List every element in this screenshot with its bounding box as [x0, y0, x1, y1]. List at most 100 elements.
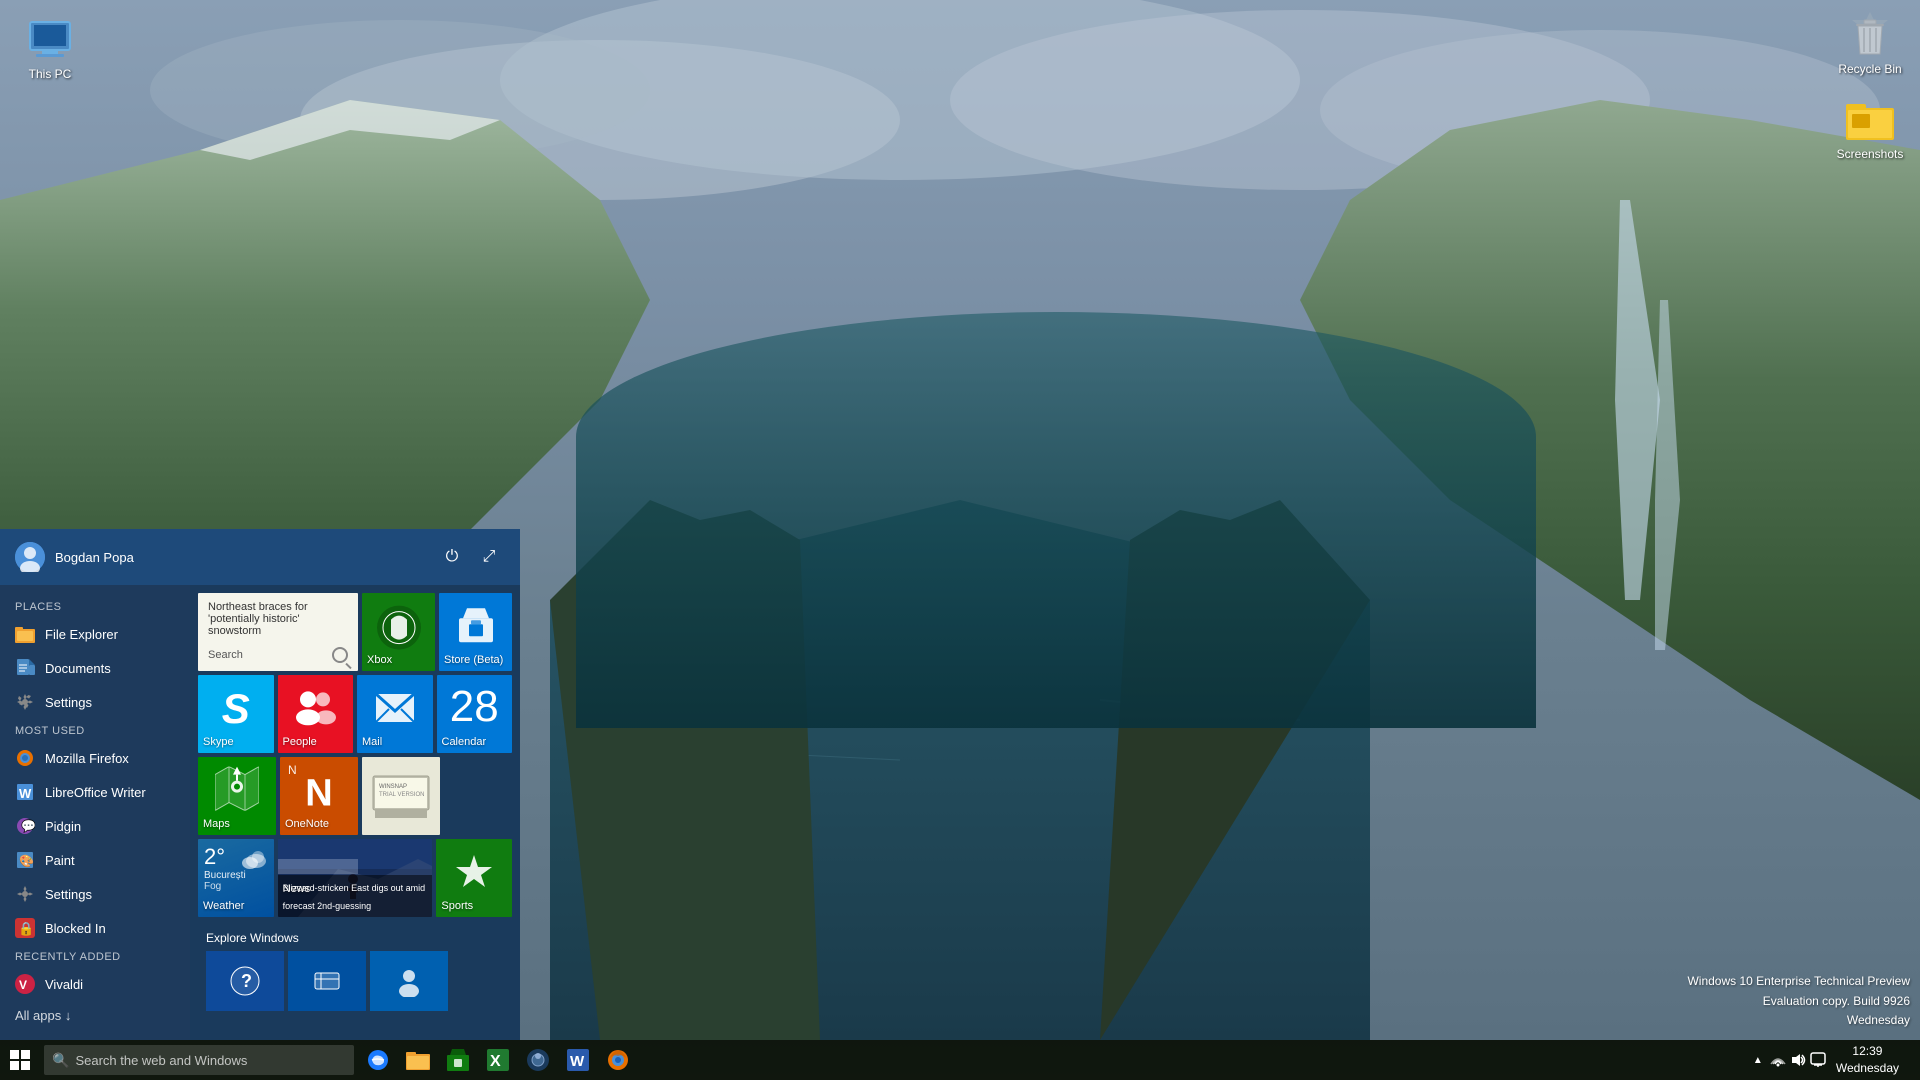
menu-item-file-explorer[interactable]: File Explorer — [0, 617, 190, 651]
header-buttons: ⏻ ⤢ — [436, 541, 505, 573]
taskbar-app-word[interactable]: W — [558, 1040, 598, 1080]
tray-icons-area: ▲ — [1748, 1040, 1828, 1080]
tile-mail[interactable]: Mail — [357, 675, 433, 753]
desktop-icon-this-pc[interactable]: This PC — [5, 10, 95, 86]
expand-button[interactable]: ⤢ — [473, 541, 505, 573]
start-menu: Bogdan Popa ⏻ ⤢ Places — [0, 529, 520, 1040]
documents-label: Documents — [45, 661, 111, 676]
clock[interactable]: 12:39 Wednesday — [1828, 1040, 1907, 1080]
tiles-row-2: S Skype People — [198, 675, 512, 753]
search-placeholder: Search the web and Windows — [75, 1053, 247, 1068]
pidgin-label: Pidgin — [45, 819, 81, 834]
start-button[interactable] — [0, 1040, 40, 1080]
taskbar-app-excel[interactable]: X — [478, 1040, 518, 1080]
tile-winsnap[interactable]: WINSNAP TRIAL VERSION — [362, 757, 440, 835]
tiles-row-4: 2° București Fog Weather — [198, 839, 512, 917]
places-title: Places — [0, 595, 190, 617]
svg-text:🔒: 🔒 — [18, 921, 34, 936]
power-button[interactable]: ⏻ — [436, 541, 468, 573]
tile-onenote[interactable]: N N OneNote — [280, 757, 358, 835]
sports-label: Sports — [441, 900, 507, 912]
taskbar-app-file-explorer[interactable] — [398, 1040, 438, 1080]
tile-calendar[interactable]: 28 Calendar — [437, 675, 513, 753]
screenshots-label: Screenshots — [1837, 147, 1904, 161]
tiles-panel: Northeast braces for 'potentially histor… — [190, 585, 520, 1040]
tiles-row-3: Maps N N OneNote W — [198, 757, 512, 835]
firefox-icon — [15, 748, 35, 768]
explore-section: Explore Windows ? — [198, 921, 512, 1013]
taskbar-app-store[interactable] — [438, 1040, 478, 1080]
tile-xbox[interactable]: Xbox — [362, 593, 435, 671]
skype-logo: S — [222, 685, 250, 733]
tile-weather[interactable]: 2° București Fog Weather — [198, 839, 274, 917]
paint-label: Paint — [45, 853, 75, 868]
explore-tile-2[interactable] — [288, 951, 366, 1011]
people-logo — [293, 689, 337, 730]
news-image-area: Blizzard-stricken East digs out amid for… — [278, 839, 433, 917]
tray-network[interactable] — [1768, 1040, 1788, 1080]
tray-chevron[interactable]: ▲ — [1748, 1040, 1768, 1080]
calendar-number: 28 — [437, 685, 513, 729]
tile-search[interactable]: Northeast braces for 'potentially histor… — [198, 593, 358, 671]
svg-text:🎨: 🎨 — [19, 853, 34, 868]
menu-item-firefox[interactable]: Mozilla Firefox — [0, 741, 190, 775]
tray-volume[interactable] — [1788, 1040, 1808, 1080]
tile-maps[interactable]: Maps — [198, 757, 276, 835]
taskbar-app-steam[interactable] — [518, 1040, 558, 1080]
svg-text:W: W — [19, 786, 32, 801]
search-icon: 🔍 — [52, 1052, 69, 1069]
svg-text:W: W — [570, 1053, 585, 1070]
settings-label: Settings — [45, 695, 92, 710]
maps-label: Maps — [203, 818, 271, 830]
clock-day: Wednesday — [1836, 1060, 1899, 1077]
vivaldi-label: Vivaldi — [45, 977, 83, 992]
paint-icon: 🎨 — [15, 850, 35, 870]
tile-people[interactable]: People — [278, 675, 354, 753]
weather-icon — [238, 847, 268, 876]
menu-item-settings2[interactable]: Settings — [0, 877, 190, 911]
store-icon — [457, 606, 495, 649]
svg-text:TRIAL VERSION: TRIAL VERSION — [379, 792, 424, 798]
tile-store[interactable]: Store (Beta) — [439, 593, 512, 671]
desktop-icon-recycle-bin[interactable]: Recycle Bin — [1825, 5, 1915, 81]
search-tile-label: Search — [208, 649, 243, 661]
blockedin-label: Blocked In — [45, 921, 106, 936]
recycle-bin-label: Recycle Bin — [1838, 62, 1901, 76]
xbox-label: Xbox — [367, 654, 430, 666]
skype-label: Skype — [203, 736, 269, 748]
menu-item-pidgin[interactable]: 💬 Pidgin — [0, 809, 190, 843]
weather-label: Weather — [203, 900, 269, 912]
tray-action-center[interactable] — [1808, 1040, 1828, 1080]
explore-tile-1[interactable]: ? — [206, 951, 284, 1011]
explore-tile-3[interactable] — [370, 951, 448, 1011]
menu-item-documents[interactable]: Documents — [0, 651, 190, 685]
weather-condition: Fog — [204, 881, 246, 892]
onenote-logo: N — [305, 772, 332, 815]
systray: ▲ — [1748, 1040, 1920, 1080]
menu-item-blockedin[interactable]: 🔒 Blocked In — [0, 911, 190, 945]
show-desktop-button[interactable] — [1907, 1040, 1912, 1080]
menu-item-settings[interactable]: Settings — [0, 685, 190, 719]
menu-item-libreoffice[interactable]: W LibreOffice Writer — [0, 775, 190, 809]
watermark-line1: Windows 10 Enterprise Technical Preview — [1687, 972, 1910, 991]
tile-skype[interactable]: S Skype — [198, 675, 274, 753]
taskbar-app-edge[interactable] — [358, 1040, 398, 1080]
clock-time: 12:39 — [1852, 1043, 1882, 1060]
all-apps-button[interactable]: All apps ↓ — [0, 1001, 190, 1030]
tile-news[interactable]: Blizzard-stricken East digs out amid for… — [278, 839, 433, 917]
menu-item-vivaldi[interactable]: V Vivaldi — [0, 967, 190, 1001]
svg-text:X: X — [490, 1053, 501, 1070]
tile-sports[interactable]: Sports — [436, 839, 512, 917]
screenshots-folder-icon — [1846, 95, 1894, 143]
menu-item-paint[interactable]: 🎨 Paint — [0, 843, 190, 877]
taskbar-app-firefox[interactable] — [598, 1040, 638, 1080]
search-bar[interactable]: 🔍 Search the web and Windows — [44, 1045, 354, 1075]
recycle-bin-icon — [1846, 10, 1894, 58]
all-apps-label: All apps ↓ — [15, 1008, 71, 1023]
settings2-label: Settings — [45, 887, 92, 902]
watermark: Windows 10 Enterprise Technical Preview … — [1687, 972, 1910, 1030]
libreoffice-icon: W — [15, 782, 35, 802]
desktop-icon-screenshots[interactable]: Screenshots — [1825, 90, 1915, 166]
mail-label: Mail — [362, 736, 428, 748]
user-area[interactable]: Bogdan Popa — [15, 542, 134, 572]
